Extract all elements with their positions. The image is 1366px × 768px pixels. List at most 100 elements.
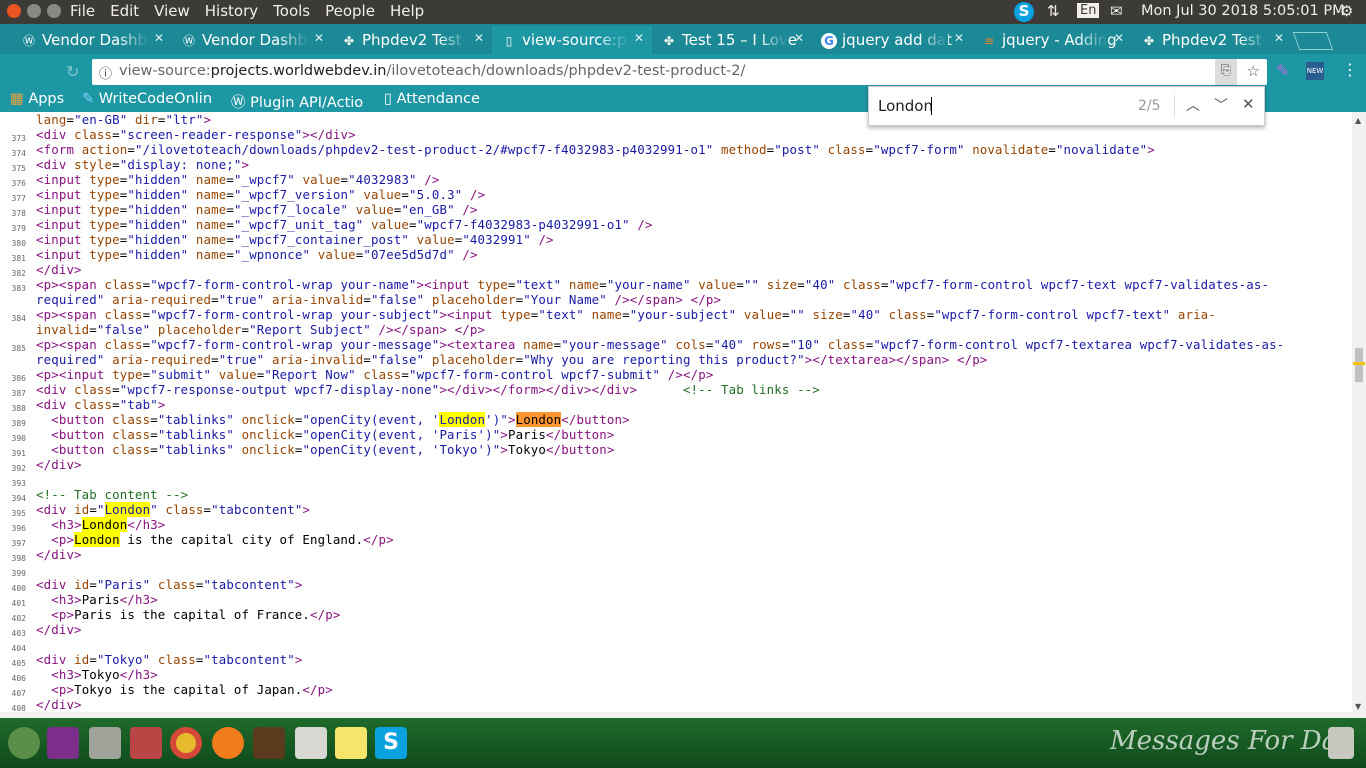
address-bar[interactable]: ⓘ view-source:projects.worldwebdev.in/il… <box>92 59 1267 85</box>
page-icon: ▯ <box>384 91 392 107</box>
menu-help[interactable]: Help <box>390 2 424 20</box>
tab-test-15[interactable]: ✤ Test 15 – I Love ✕ <box>652 26 812 54</box>
text-editor-icon[interactable] <box>295 727 327 759</box>
menu-file[interactable]: File <box>70 2 95 20</box>
find-input[interactable]: London <box>878 97 933 115</box>
close-icon[interactable]: ✕ <box>154 31 164 45</box>
power-icon[interactable]: ⚙ <box>1340 2 1353 20</box>
menu-view[interactable]: View <box>154 2 190 20</box>
source-line: <input type="hidden" name="_wpcf7_versio… <box>36 187 486 202</box>
close-window-icon[interactable] <box>7 4 21 18</box>
source-line: <p><span class="wpcf7-form-control-wrap … <box>36 307 1216 322</box>
source-line: <h3>London</h3> <box>51 517 166 532</box>
line-number: 395 <box>11 509 26 518</box>
line-number: 373 <box>11 134 26 143</box>
skype-icon[interactable]: S <box>375 727 407 759</box>
line-number: 384 <box>11 314 26 323</box>
reload-icon[interactable]: ↻ <box>66 62 79 81</box>
source-line: <!-- Tab content --> <box>36 487 189 502</box>
sticky-notes-icon[interactable] <box>335 727 367 759</box>
menu-edit[interactable]: Edit <box>110 2 139 20</box>
mail-icon[interactable]: ✉ <box>1110 2 1123 20</box>
source-line: <div id="London" class="tabcontent"> <box>36 502 311 517</box>
tab-view-source[interactable]: ▯ view-source:p ✕ <box>492 26 652 54</box>
url-host: projects.worldwebdev.in <box>210 63 387 79</box>
find-close-button[interactable]: ✕ <box>1242 95 1255 113</box>
line-number: 385 <box>11 344 26 353</box>
skype-tray-icon[interactable]: S <box>1014 2 1034 22</box>
menu-history[interactable]: History <box>205 2 258 20</box>
bookmark-writecodeonline[interactable]: ✎ WriteCodeOnlin <box>82 91 212 107</box>
screenshot-app-icon[interactable] <box>47 727 79 759</box>
drive-icon[interactable] <box>89 727 121 759</box>
source-line: <button class="tablinks" onclick="openCi… <box>51 412 630 427</box>
news-extension-icon[interactable]: NEW <box>1306 62 1324 80</box>
chrome-icon[interactable] <box>170 727 202 759</box>
scroll-up-icon[interactable]: ▲ <box>1355 116 1361 125</box>
menu-tools[interactable]: Tools <box>273 2 310 20</box>
tab-phpdev2-test-2[interactable]: ✤ Phpdev2 Test ✕ <box>1132 26 1292 54</box>
new-tab-button[interactable] <box>1292 32 1334 50</box>
line-number: 379 <box>11 224 26 233</box>
more-menu-icon[interactable]: ⋮ <box>1342 60 1358 79</box>
network-icon[interactable]: ⇅ <box>1047 2 1060 20</box>
close-icon[interactable]: ✕ <box>1114 31 1124 45</box>
tab-jquery-add[interactable]: Gjquery add dat ✕ <box>812 26 972 54</box>
tab-jquery-adding[interactable]: ≡ jquery - Adding ✕ <box>972 26 1132 54</box>
find-match-count: 2/5 <box>1138 98 1161 114</box>
line-number: 401 <box>11 599 26 608</box>
minimize-window-icon[interactable] <box>27 4 41 18</box>
tab-vendor-dashboard-1[interactable]: Ⓦ Vendor Dashb ✕ <box>12 26 172 54</box>
source-line: <p><input type="submit" value="Report No… <box>36 367 714 382</box>
tab-vendor-dashboard-2[interactable]: Ⓦ Vendor Dashb ✕ <box>172 26 332 54</box>
clock[interactable]: Mon Jul 30 2018 5:05:01 PM <box>1141 3 1345 19</box>
source-line: <div class="wpcf7-response-output wpcf7-… <box>36 382 820 397</box>
tab-phpdev2-test-1[interactable]: ✤ Phpdev2 Test ✕ <box>332 26 492 54</box>
sublime-icon[interactable] <box>253 727 285 759</box>
source-line: <input type="hidden" name="_wpcf7_contai… <box>36 232 554 247</box>
scroll-thumb[interactable] <box>1355 348 1363 382</box>
app-menu: File Edit View History Tools People Help <box>70 2 424 20</box>
find-previous-button[interactable]: ︿ <box>1186 95 1200 115</box>
firefox-icon[interactable] <box>212 727 244 759</box>
find-bar: London 2/5 ︿ ﹀ ✕ <box>868 86 1265 126</box>
toolbar: ↻ ⓘ view-source:projects.worldwebdev.in/… <box>0 54 1366 88</box>
vertical-scrollbar[interactable]: ▲ ▼ <box>1352 112 1366 712</box>
info-icon[interactable]: ⓘ <box>99 63 112 82</box>
find-in-page-icon[interactable]: ⎘ <box>1215 59 1237 85</box>
menu-people[interactable]: People <box>325 2 375 20</box>
line-number: 396 <box>11 524 26 533</box>
trash-icon[interactable] <box>1328 727 1354 759</box>
line-number: 390 <box>11 434 26 443</box>
launcher-icon[interactable] <box>8 727 40 759</box>
line-number: 382 <box>11 269 26 278</box>
source-line: <input type="hidden" name="_wpnonce" val… <box>36 247 478 262</box>
source-line: <p>London is the capital city of England… <box>51 532 394 547</box>
google-icon: G <box>821 33 837 49</box>
source-line: </div> <box>36 547 82 562</box>
line-number: 378 <box>11 209 26 218</box>
find-next-button[interactable]: ﹀ <box>1214 95 1228 115</box>
archive-manager-icon[interactable] <box>130 727 162 759</box>
close-icon[interactable]: ✕ <box>474 31 484 45</box>
close-icon[interactable]: ✕ <box>794 31 804 45</box>
keyboard-indicator[interactable]: En <box>1077 3 1100 18</box>
line-number: 391 <box>11 449 26 458</box>
source-line-wrap: invalid="false" placeholder="Report Subj… <box>36 322 486 337</box>
bookmark-plugin-api[interactable]: Ⓦ Plugin API/Actio <box>231 91 363 112</box>
close-icon[interactable]: ✕ <box>1274 31 1284 45</box>
source-line: <div class="tab"> <box>36 397 166 412</box>
source-line: <h3>Tokyo</h3> <box>51 667 158 682</box>
source-line: <div class="screen-reader-response"></di… <box>36 127 356 142</box>
line-number: 408 <box>11 704 26 712</box>
pen-extension-icon[interactable]: ✎ <box>1276 61 1289 80</box>
star-icon[interactable]: ☆ <box>1247 62 1260 80</box>
close-icon[interactable]: ✕ <box>314 31 324 45</box>
bookmark-attendance[interactable]: ▯ Attendance <box>384 91 480 107</box>
bookmark-apps[interactable]: ▦ Apps <box>10 91 64 107</box>
source-view[interactable]: 373 374 375 376 377 378 379 380 381 382 383 384 385 3… <box>0 112 1352 712</box>
scroll-down-icon[interactable]: ▼ <box>1355 702 1361 711</box>
close-icon[interactable]: ✕ <box>634 31 644 45</box>
maximize-window-icon[interactable] <box>47 4 61 18</box>
close-icon[interactable]: ✕ <box>954 31 964 45</box>
